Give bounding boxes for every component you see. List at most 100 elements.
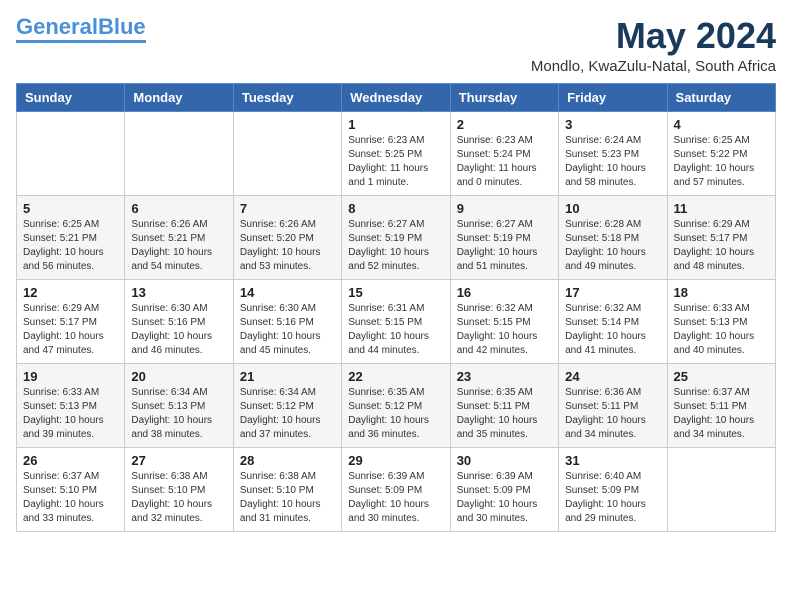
- day-number: 24: [565, 369, 660, 384]
- calendar-cell: 5 Sunrise: 6:25 AM Sunset: 5:21 PM Daylig…: [17, 195, 125, 279]
- day-info: Sunrise: 6:31 AM Sunset: 5:15 PM Dayligh…: [348, 302, 443, 358]
- calendar-cell: 23Sunrise: 6:35 AM Sunset: 5:11 PM Dayli…: [450, 363, 558, 447]
- weekday-header: Friday: [559, 83, 667, 111]
- day-info: Sunrise: 6:38 AM Sunset: 5:10 PM Dayligh…: [131, 470, 226, 526]
- day-info: Sunrise: 6:40 AM Sunset: 5:09 PM Dayligh…: [565, 470, 660, 526]
- day-number: 4: [674, 117, 769, 132]
- calendar-cell: 19 Sunrise: 6:33 AM Sunset: 5:13 PM Dayli…: [17, 363, 125, 447]
- day-info: Sunrise: 6:27 AM Sunset: 5:19 PM Dayligh…: [348, 218, 443, 274]
- day-info: Sunrise: 6:25 AM Sunset: 5:21 PM Dayligh…: [23, 218, 118, 274]
- day-number: 8: [348, 201, 443, 216]
- day-number: 5: [23, 201, 118, 216]
- day-number: 16: [457, 285, 552, 300]
- day-info: Sunrise: 6:33 AM Sunset: 5:13 PM Dayligh…: [674, 302, 769, 358]
- day-number: 21: [240, 369, 335, 384]
- calendar-cell: 12 Sunrise: 6:29 AM Sunset: 5:17 PM Dayli…: [17, 279, 125, 363]
- day-number: 19: [23, 369, 118, 384]
- day-number: 6: [131, 201, 226, 216]
- calendar-body: 1Sunrise: 6:23 AM Sunset: 5:25 PM Daylig…: [17, 111, 776, 531]
- day-number: 17: [565, 285, 660, 300]
- day-number: 30: [457, 453, 552, 468]
- day-number: 18: [674, 285, 769, 300]
- day-number: 9: [457, 201, 552, 216]
- calendar-cell: 22Sunrise: 6:35 AM Sunset: 5:12 PM Dayli…: [342, 363, 450, 447]
- day-number: 31: [565, 453, 660, 468]
- calendar-cell: 28Sunrise: 6:38 AM Sunset: 5:10 PM Dayli…: [233, 447, 341, 531]
- calendar-cell: 6 Sunrise: 6:26 AM Sunset: 5:21 PM Daylig…: [125, 195, 233, 279]
- calendar-week-row: 12 Sunrise: 6:29 AM Sunset: 5:17 PM Dayli…: [17, 279, 776, 363]
- day-number: 13: [131, 285, 226, 300]
- day-info: Sunrise: 6:39 AM Sunset: 5:09 PM Dayligh…: [348, 470, 443, 526]
- calendar-cell: 30 Sunrise: 6:39 AM Sunset: 5:09 PM Dayli…: [450, 447, 558, 531]
- day-info: Sunrise: 6:34 AM Sunset: 5:12 PM Dayligh…: [240, 386, 335, 442]
- day-number: 15: [348, 285, 443, 300]
- day-info: Sunrise: 6:25 AM Sunset: 5:22 PM Dayligh…: [674, 134, 769, 190]
- calendar-week-row: 5 Sunrise: 6:25 AM Sunset: 5:21 PM Daylig…: [17, 195, 776, 279]
- calendar-cell: 4 Sunrise: 6:25 AM Sunset: 5:22 PM Daylig…: [667, 111, 775, 195]
- weekday-header: Monday: [125, 83, 233, 111]
- calendar-cell: 26 Sunrise: 6:37 AM Sunset: 5:10 PM Dayli…: [17, 447, 125, 531]
- calendar-cell: 24Sunrise: 6:36 AM Sunset: 5:11 PM Dayli…: [559, 363, 667, 447]
- calendar-cell: 29 Sunrise: 6:39 AM Sunset: 5:09 PM Dayli…: [342, 447, 450, 531]
- calendar-cell: [233, 111, 341, 195]
- calendar-cell: 7Sunrise: 6:26 AM Sunset: 5:20 PM Daylig…: [233, 195, 341, 279]
- day-number: 12: [23, 285, 118, 300]
- day-info: Sunrise: 6:33 AM Sunset: 5:13 PM Dayligh…: [23, 386, 118, 442]
- calendar-cell: 17 Sunrise: 6:32 AM Sunset: 5:14 PM Dayli…: [559, 279, 667, 363]
- day-number: 28: [240, 453, 335, 468]
- day-info: Sunrise: 6:30 AM Sunset: 5:16 PM Dayligh…: [131, 302, 226, 358]
- calendar-week-row: 19 Sunrise: 6:33 AM Sunset: 5:13 PM Dayli…: [17, 363, 776, 447]
- calendar-cell: 21 Sunrise: 6:34 AM Sunset: 5:12 PM Dayli…: [233, 363, 341, 447]
- day-info: Sunrise: 6:23 AM Sunset: 5:25 PM Dayligh…: [348, 134, 443, 190]
- calendar-cell: 15 Sunrise: 6:31 AM Sunset: 5:15 PM Dayli…: [342, 279, 450, 363]
- logo-general: General: [16, 14, 98, 39]
- day-number: 26: [23, 453, 118, 468]
- day-number: 23: [457, 369, 552, 384]
- day-info: Sunrise: 6:37 AM Sunset: 5:10 PM Dayligh…: [23, 470, 118, 526]
- calendar-cell: 13 Sunrise: 6:30 AM Sunset: 5:16 PM Dayli…: [125, 279, 233, 363]
- day-number: 2: [457, 117, 552, 132]
- day-info: Sunrise: 6:34 AM Sunset: 5:13 PM Dayligh…: [131, 386, 226, 442]
- calendar-cell: 18 Sunrise: 6:33 AM Sunset: 5:13 PM Dayli…: [667, 279, 775, 363]
- calendar-cell: 1Sunrise: 6:23 AM Sunset: 5:25 PM Daylig…: [342, 111, 450, 195]
- calendar-cell: 16Sunrise: 6:32 AM Sunset: 5:15 PM Dayli…: [450, 279, 558, 363]
- day-info: Sunrise: 6:23 AM Sunset: 5:24 PM Dayligh…: [457, 134, 552, 190]
- day-number: 20: [131, 369, 226, 384]
- weekday-header: Saturday: [667, 83, 775, 111]
- day-info: Sunrise: 6:32 AM Sunset: 5:14 PM Dayligh…: [565, 302, 660, 358]
- day-info: Sunrise: 6:29 AM Sunset: 5:17 PM Dayligh…: [674, 218, 769, 274]
- logo-text: GeneralBlue: [16, 16, 146, 38]
- day-number: 14: [240, 285, 335, 300]
- calendar-week-row: 26 Sunrise: 6:37 AM Sunset: 5:10 PM Dayli…: [17, 447, 776, 531]
- day-number: 10: [565, 201, 660, 216]
- calendar-cell: 9Sunrise: 6:27 AM Sunset: 5:19 PM Daylig…: [450, 195, 558, 279]
- month-title: May 2024: [531, 16, 776, 56]
- day-info: Sunrise: 6:35 AM Sunset: 5:12 PM Dayligh…: [348, 386, 443, 442]
- calendar-cell: [667, 447, 775, 531]
- day-info: Sunrise: 6:24 AM Sunset: 5:23 PM Dayligh…: [565, 134, 660, 190]
- calendar-cell: 31 Sunrise: 6:40 AM Sunset: 5:09 PM Dayli…: [559, 447, 667, 531]
- weekday-header: Tuesday: [233, 83, 341, 111]
- calendar: SundayMondayTuesdayWednesdayThursdayFrid…: [16, 83, 776, 532]
- calendar-cell: 8 Sunrise: 6:27 AM Sunset: 5:19 PM Daylig…: [342, 195, 450, 279]
- day-info: Sunrise: 6:39 AM Sunset: 5:09 PM Dayligh…: [457, 470, 552, 526]
- day-info: Sunrise: 6:26 AM Sunset: 5:21 PM Dayligh…: [131, 218, 226, 274]
- weekday-header: Sunday: [17, 83, 125, 111]
- calendar-cell: 3 Sunrise: 6:24 AM Sunset: 5:23 PM Daylig…: [559, 111, 667, 195]
- weekday-header-row: SundayMondayTuesdayWednesdayThursdayFrid…: [17, 83, 776, 111]
- calendar-cell: [125, 111, 233, 195]
- day-info: Sunrise: 6:29 AM Sunset: 5:17 PM Dayligh…: [23, 302, 118, 358]
- logo-blue: Blue: [98, 14, 146, 39]
- day-info: Sunrise: 6:30 AM Sunset: 5:16 PM Dayligh…: [240, 302, 335, 358]
- title-area: May 2024 Mondlo, KwaZulu-Natal, South Af…: [531, 16, 776, 75]
- calendar-cell: [17, 111, 125, 195]
- calendar-cell: 25Sunrise: 6:37 AM Sunset: 5:11 PM Dayli…: [667, 363, 775, 447]
- day-number: 3: [565, 117, 660, 132]
- day-number: 29: [348, 453, 443, 468]
- logo: GeneralBlue: [16, 16, 146, 43]
- page-header: GeneralBlue May 2024 Mondlo, KwaZulu-Nat…: [16, 16, 776, 75]
- day-number: 11: [674, 201, 769, 216]
- day-info: Sunrise: 6:37 AM Sunset: 5:11 PM Dayligh…: [674, 386, 769, 442]
- day-number: 7: [240, 201, 335, 216]
- calendar-cell: 27Sunrise: 6:38 AM Sunset: 5:10 PM Dayli…: [125, 447, 233, 531]
